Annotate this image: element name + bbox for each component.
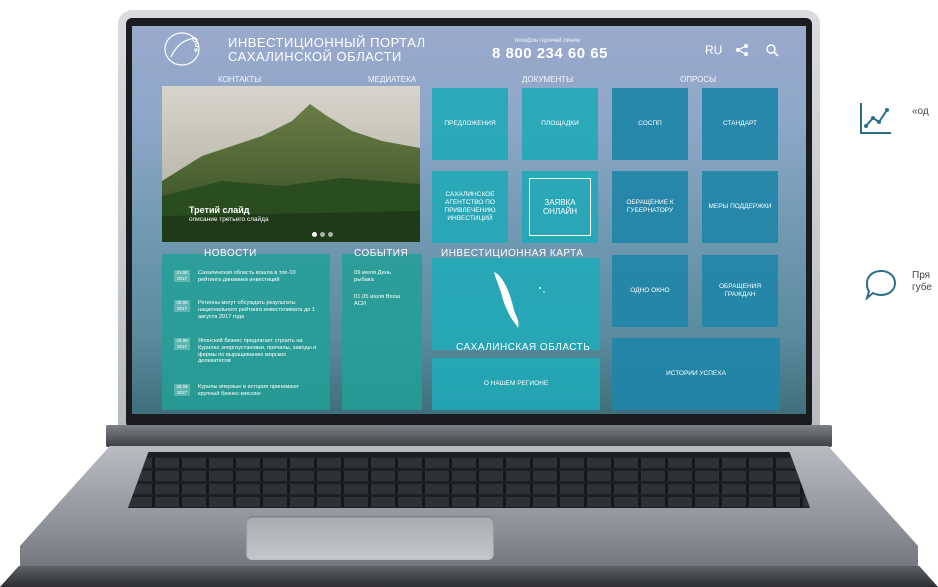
phone-caption: телефон горячей линии — [514, 38, 581, 44]
tile-sospp[interactable]: СОСПП — [612, 88, 688, 160]
portal-title[interactable]: ИНВЕСТИЦИОННЫЙ ПОРТАЛ САХАЛИНСКОЙ ОБЛАСТ… — [228, 36, 426, 64]
laptop-touchpad — [246, 516, 494, 560]
news-item[interactable]: Регионы могут обсуждать результаты нацио… — [198, 300, 318, 320]
news-date: 29.08 2017 — [174, 338, 190, 350]
map-region-label: САХАЛИНСКАЯ ОБЛАСТЬ — [456, 342, 591, 353]
sakhalin-map-icon — [494, 272, 545, 328]
tile-online-application-wrap[interactable]: ЗАЯВКА ОНЛАЙН — [522, 171, 598, 243]
slider-dot[interactable] — [320, 232, 325, 237]
slide-subtitle: описание третьего слайда — [189, 216, 269, 223]
side-text-2-line2: губе — [912, 282, 932, 293]
tile-proposals[interactable]: ПРЕДЛОЖЕНИЯ — [432, 88, 508, 160]
laptop-front-edge — [0, 566, 938, 587]
tile-support-measures[interactable]: МЕРЫ ПОДДЕРЖКИ — [702, 171, 778, 243]
news-date: 31.08 2017 — [174, 270, 190, 282]
tile-one-window[interactable]: ОДНО ОКНО — [612, 255, 688, 327]
side-text-2-line1: Пря — [912, 270, 931, 281]
events-title[interactable]: СОБЫТИЯ — [354, 248, 408, 259]
nav-contacts[interactable]: КОНТАКТЫ — [218, 75, 261, 84]
side-text-2: Пря губе — [912, 270, 932, 294]
share-icon[interactable] — [735, 43, 749, 57]
investment-map[interactable] — [432, 258, 600, 350]
search-icon[interactable] — [765, 43, 779, 57]
portal-title-line2: САХАЛИНСКОЙ ОБЛАСТИ — [228, 49, 402, 64]
chat-bubble-icon — [865, 269, 897, 301]
tile-investment-agency[interactable]: САХАЛИНСКОЕ АГЕНТСТВО ПО ПРИВЛЕЧЕНИЮ ИНВ… — [432, 171, 508, 243]
news-date: 28.08 2017 — [174, 384, 190, 396]
slider-dot[interactable] — [328, 232, 333, 237]
news-date: 30.08 2017 — [174, 300, 190, 312]
online-application-button[interactable]: ЗАЯВКА ОНЛАЙН — [529, 178, 591, 236]
chart-growth-icon — [860, 103, 891, 134]
news-item[interactable]: Японский бизнес предлагает строить на Ку… — [198, 338, 318, 365]
portal-screen: ИНВЕСТИЦИОННЫЙ ПОРТАЛ САХАЛИНСКОЙ ОБЛАСТ… — [132, 26, 806, 414]
nav-mediateka[interactable]: МЕДИАТЕКА — [368, 75, 416, 84]
event-item[interactable]: 09 июля День рыбака — [354, 270, 408, 284]
tile-success-stories[interactable]: ИСТОРИИ УСПЕХА — [612, 338, 780, 410]
side-text-1: «од — [912, 106, 929, 117]
news-item[interactable]: Курилы впервые в истории принимают крупн… — [198, 384, 318, 398]
slider-dot[interactable] — [312, 232, 317, 237]
laptop-hinge — [106, 425, 832, 447]
laptop-keyboard — [128, 452, 810, 508]
portal-title-line1: ИНВЕСТИЦИОННЫЙ ПОРТАЛ — [228, 35, 426, 50]
hotline-phone[interactable]: 8 800 234 60 65 — [492, 45, 608, 62]
nav-documents[interactable]: ДОКУМЕНТЫ — [522, 75, 573, 84]
tile-about-region[interactable]: О НАШЕМ РЕГИОНЕ — [432, 358, 600, 410]
tile-standard[interactable]: СТАНДАРТ — [702, 88, 778, 160]
event-item[interactable]: 01.05 июля Вхош АСИ — [354, 294, 408, 308]
news-title[interactable]: НОВОСТИ — [204, 248, 257, 259]
slide-title: Третий слайд — [189, 205, 250, 215]
dolphin-logo-icon[interactable] — [162, 30, 206, 68]
tile-sites[interactable]: ПЛОЩАДКИ — [522, 88, 598, 160]
tile-citizen-appeals[interactable]: ОБРАЩЕНИЯ ГРАЖДАН — [702, 255, 778, 327]
nav-polls[interactable]: ОПРОСЫ — [680, 75, 716, 84]
news-item[interactable]: Сахалинская область вошла в топ-10 рейти… — [198, 270, 318, 284]
tile-appeal-governor[interactable]: ОБРАЩЕНИЕ К ГУБЕРНАТОРУ — [612, 171, 688, 243]
language-switch[interactable]: RU — [705, 43, 722, 57]
laptop-scene: ИНВЕСТИЦИОННЫЙ ПОРТАЛ САХАЛИНСКОЙ ОБЛАСТ… — [0, 0, 938, 587]
hero-slider[interactable]: Третий слайд описание третьего слайда — [162, 86, 420, 242]
